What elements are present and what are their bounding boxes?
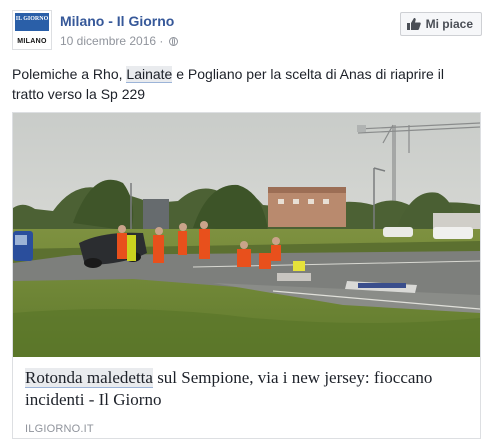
hashtag-link-lainate[interactable]: Lainate — [126, 66, 173, 83]
meta-separator: · — [159, 34, 164, 48]
post-meta: 10 dicembre 2016 · — [60, 34, 178, 48]
link-caption[interactable]: Rotonda maledetta sul Sempione, via i ne… — [13, 357, 480, 438]
headline-highlight[interactable]: Rotonda maledetta — [25, 368, 153, 388]
link-headline[interactable]: Rotonda maledetta sul Sempione, via i ne… — [25, 367, 465, 411]
post-header: IL GIORNO MILANO Milano - Il Giorno 10 d… — [12, 10, 482, 54]
link-domain: ILGIORNO.IT — [25, 423, 94, 435]
page-avatar[interactable]: IL GIORNO MILANO — [12, 10, 52, 50]
post-date[interactable]: 10 dicembre 2016 — [60, 34, 156, 48]
like-label: Mi piace — [425, 17, 473, 31]
link-preview-card[interactable]: Rotonda maledetta sul Sempione, via i ne… — [12, 112, 481, 439]
post-message: Polemiche a Rho, Lainate e Pogliano per … — [12, 64, 474, 104]
globe-icon[interactable] — [168, 37, 178, 46]
thumbs-up-icon — [406, 18, 421, 30]
post-text-before: Polemiche a Rho, — [12, 66, 127, 82]
like-page-button[interactable]: Mi piace — [399, 12, 482, 36]
page-name-link[interactable]: Milano - Il Giorno — [60, 13, 174, 29]
avatar-city: MILANO — [17, 38, 47, 45]
accident-scene-photo[interactable] — [13, 113, 480, 357]
avatar-brand: IL GIORNO — [15, 16, 49, 22]
